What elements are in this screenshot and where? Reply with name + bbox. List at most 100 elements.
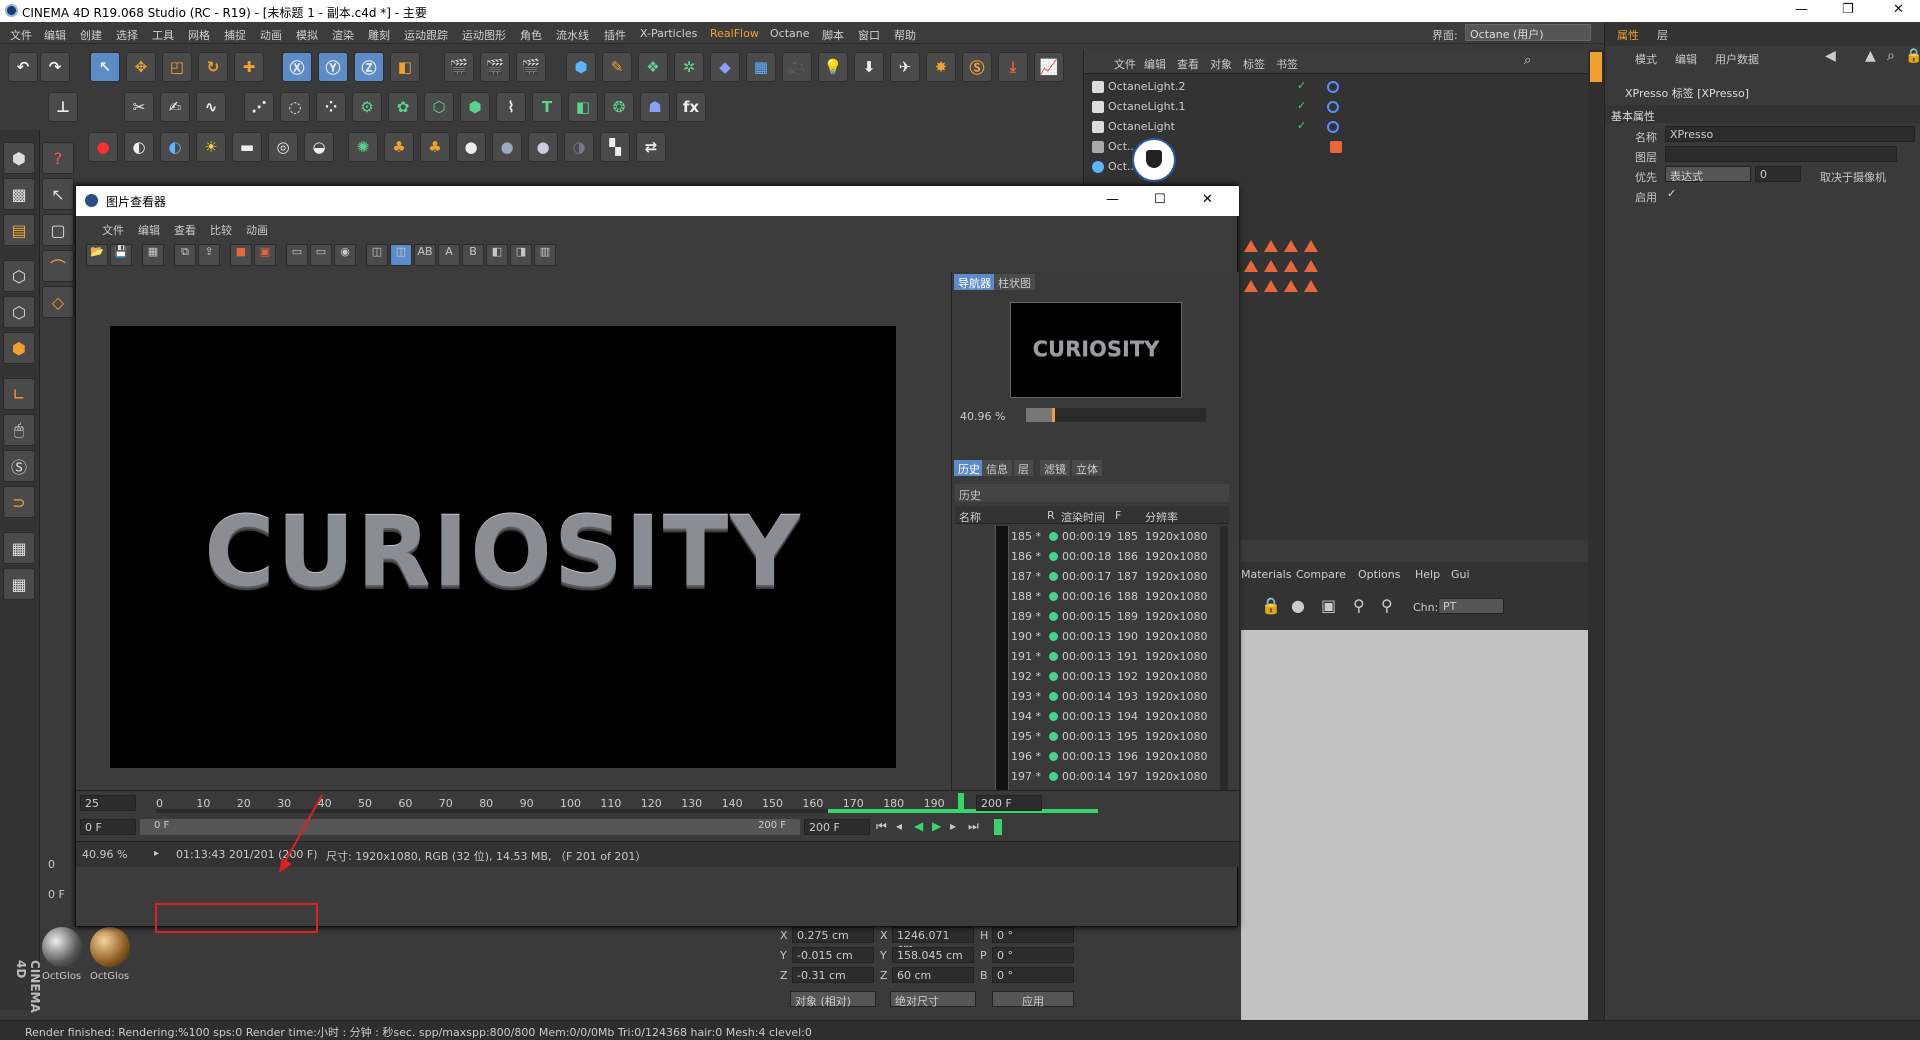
menu-realflow[interactable]: RealFlow (710, 27, 759, 40)
spline-b-button[interactable]: ⋰ (244, 92, 274, 122)
ab-a-button[interactable]: ◫ (366, 244, 388, 266)
select-tool-button[interactable]: ↖ (90, 52, 120, 82)
menu-select[interactable]: 选择 (116, 27, 138, 43)
render-again-button[interactable]: ▣ (254, 244, 276, 266)
floor-button[interactable]: ▦ (746, 52, 776, 82)
grid-spline-button[interactable]: ⁘ (316, 92, 346, 122)
ab-compare-button[interactable]: ▭ (286, 244, 308, 266)
history-row[interactable]: 195 * 00:00:13 195 1920x1080 (955, 726, 1217, 746)
viewer-menu-animation[interactable]: 动画 (246, 222, 268, 238)
render-settings-button[interactable]: 🎬 (516, 52, 546, 82)
x-axis-button[interactable]: Ⓧ (282, 52, 312, 82)
octane-target-button[interactable]: ◎ (268, 132, 298, 162)
menu-mograph[interactable]: 运动图形 (462, 27, 506, 43)
size-z-field[interactable]: 60 cm (892, 967, 974, 983)
mograph-c-button[interactable]: ⬢ (460, 92, 490, 122)
set-a-button[interactable]: A (438, 244, 460, 266)
search-icon[interactable]: ⌕ (1887, 48, 1895, 64)
menu-mesh[interactable]: 网格 (188, 27, 210, 43)
history-row[interactable]: 187 * 00:00:17 187 1920x1080 (955, 566, 1217, 586)
col-resolution[interactable]: 分辨率 (1145, 509, 1178, 525)
ab-b-button[interactable]: ◫ (390, 244, 412, 266)
y-axis-button[interactable]: Ⓨ (318, 52, 348, 82)
history-row[interactable]: 191 * 00:00:13 191 1920x1080 (955, 646, 1217, 666)
octane-scatter-button[interactable]: ✺ (348, 132, 378, 162)
export-button[interactable]: ⇪ (198, 244, 220, 266)
pin2-icon[interactable]: ⚲ (1381, 596, 1393, 615)
menu-xparticles[interactable]: X-Particles (640, 27, 697, 40)
maximize-button[interactable]: ❐ (1842, 2, 1854, 17)
octane-menu-compare[interactable]: Compare (1296, 568, 1346, 581)
deformer-button[interactable]: ◆ (710, 52, 740, 82)
minimize-button[interactable]: — (1795, 2, 1808, 17)
om-menu-objects[interactable]: 对象 (1210, 56, 1232, 72)
material-preview-glossy[interactable] (42, 927, 82, 967)
mograph-e-button[interactable]: ◧ (568, 92, 598, 122)
mograph-b-button[interactable]: ⬡ (424, 92, 454, 122)
layout-select[interactable]: Octane (用户) (1465, 24, 1591, 41)
history-row[interactable]: 189 * 00:00:15 189 1920x1080 (955, 606, 1217, 626)
tweak-mode-button[interactable]: 🖱 (3, 414, 35, 446)
menu-file[interactable]: 文件 (10, 27, 32, 43)
menu-character[interactable]: 角色 (520, 27, 542, 43)
octane-a-button[interactable]: ◐ (124, 132, 154, 162)
navigator-thumbnail[interactable]: CURIOSITY (1010, 302, 1182, 398)
om-menu-file[interactable]: 文件 (1114, 56, 1136, 72)
priority-select[interactable]: 表达式 (1665, 166, 1751, 183)
octane-sphere3-button[interactable]: ● (528, 132, 558, 162)
fx-button[interactable]: fx (676, 92, 706, 122)
coord-system-button[interactable]: ◧ (390, 52, 420, 82)
split-button[interactable]: ◧ (486, 244, 508, 266)
octane-live-viewer[interactable] (1241, 630, 1611, 1040)
z-axis-button[interactable]: Ⓩ (354, 52, 384, 82)
octane-sun-button[interactable]: ☀ (196, 132, 226, 162)
search-icon[interactable]: ⌕ (1524, 53, 1531, 68)
attr-menu-edit[interactable]: 编辑 (1675, 51, 1697, 67)
history-row[interactable]: 197 * 00:00:14 197 1920x1080 (955, 766, 1217, 786)
octane-film-button[interactable]: ▚ (600, 132, 630, 162)
text-button[interactable]: T (532, 92, 562, 122)
goto-end-button[interactable]: ⏭ (968, 819, 979, 834)
om-menu-view[interactable]: 查看 (1177, 56, 1199, 72)
sphere-preview-icon[interactable]: ● (1291, 596, 1305, 615)
workplane-snap-button[interactable]: ▦ (3, 568, 35, 600)
lock-icon[interactable]: 🔒 (1261, 596, 1281, 615)
range-end-field[interactable]: 200 F (804, 819, 870, 835)
om-menu-bookmarks[interactable]: 书签 (1276, 56, 1298, 72)
size-y-field[interactable]: 158.045 cm (892, 947, 974, 963)
side-tab-active[interactable] (1590, 52, 1602, 82)
name-field[interactable]: XPresso (1665, 126, 1915, 142)
coord-mode-select[interactable]: 对象 (相对) (790, 991, 876, 1008)
ab-swap-button[interactable]: AB (414, 244, 436, 266)
col-r[interactable]: R (1047, 509, 1055, 522)
octane-sphere2-button[interactable]: ● (492, 132, 522, 162)
menu-snap[interactable]: 捕捉 (224, 27, 246, 43)
move-tool-button[interactable]: ✥ (126, 52, 156, 82)
split3-button[interactable]: ▥ (534, 244, 556, 266)
next-frame-button[interactable]: ▸ (950, 819, 956, 833)
menu-tools[interactable]: 工具 (152, 27, 174, 43)
circle-spline-button[interactable]: ◌ (280, 92, 310, 122)
gear-spline-button[interactable]: ⚙ (352, 92, 382, 122)
workplane-button[interactable]: ▤ (3, 214, 35, 246)
rotation-h-field[interactable]: 0 ° (992, 927, 1074, 943)
rendered-image[interactable]: CURIOSITY (110, 326, 896, 768)
texture-mode-button[interactable]: ▩ (3, 178, 35, 210)
scale-tool-button[interactable]: ◰ (162, 52, 192, 82)
rotation-b-field[interactable]: 0 ° (992, 967, 1074, 983)
enabled-check-icon[interactable]: ✓ (1297, 99, 1306, 112)
material-preview-gold[interactable] (90, 927, 130, 967)
lasso-select-button[interactable]: ⌒ (42, 250, 74, 282)
size-x-field[interactable]: 1246.071 cm (892, 927, 974, 955)
save-button[interactable]: 💾 (110, 244, 132, 266)
timeline-playhead[interactable] (958, 793, 964, 813)
left-frame-field[interactable]: 0 F (48, 888, 65, 901)
close-button[interactable]: ✕ (1893, 2, 1904, 17)
goto-start-button[interactable]: ⏮ (876, 819, 887, 834)
position-z-field[interactable]: -0.31 cm (792, 967, 874, 983)
menu-motion-tracker[interactable]: 运动跟踪 (404, 27, 448, 43)
octane-ies-button[interactable]: ◒ (304, 132, 334, 162)
mograph-f-button[interactable]: ❂ (604, 92, 634, 122)
menu-help[interactable]: 帮助 (894, 27, 916, 43)
poly-select-button[interactable]: ◇ (42, 286, 74, 318)
